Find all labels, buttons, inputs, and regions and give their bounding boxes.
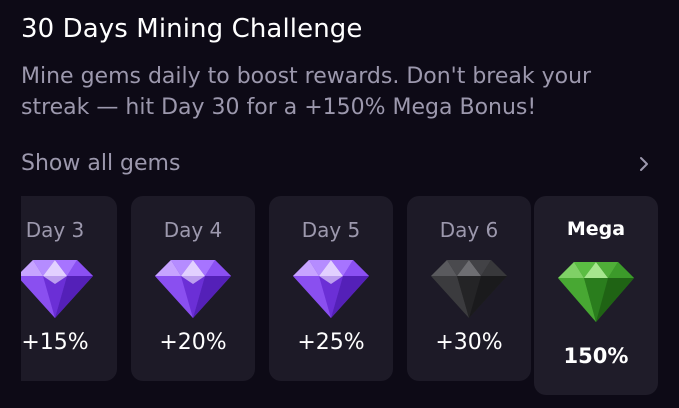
green-gem-icon — [558, 262, 634, 322]
card-day-label: Day 4 — [163, 218, 223, 242]
purple-gem-icon — [155, 260, 231, 318]
purple-gem-icon — [293, 260, 369, 318]
card-bonus-value: +15% — [21, 330, 89, 355]
gem-card-day-6[interactable]: Day 6 +30% — [407, 196, 531, 381]
show-all-gems-label: Show all gems — [21, 151, 181, 176]
card-day-label: Day 3 — [25, 218, 85, 242]
purple-gem-icon — [21, 260, 93, 318]
card-bonus-value: +20% — [159, 330, 227, 355]
gem-card-day-5[interactable]: Day 5 +25% — [269, 196, 393, 381]
page-title: 30 Days Mining Challenge — [21, 14, 363, 44]
card-bonus-value: +25% — [297, 330, 365, 355]
gem-card-day-3[interactable]: Day 3 +15% — [21, 196, 117, 381]
gem-card-carousel[interactable]: Day 3 +15% Day 4 +20% Day 5 +25% Day 6 +… — [21, 196, 679, 408]
page-subtitle: Mine gems daily to boost rewards. Don't … — [21, 64, 592, 120]
chevron-right-icon — [640, 157, 648, 171]
mining-challenge-page: 30 Days Mining Challenge Mine gems daily… — [0, 0, 679, 408]
gem-card-mega[interactable]: Mega 150% — [534, 196, 658, 395]
card-day-label: Mega — [566, 218, 626, 240]
card-bonus-value: +30% — [435, 330, 503, 355]
black-gem-icon — [431, 260, 507, 318]
card-day-label: Day 5 — [301, 218, 361, 242]
card-day-label: Day 6 — [439, 218, 499, 242]
gem-card-day-4[interactable]: Day 4 +20% — [131, 196, 255, 381]
show-all-gems-link[interactable]: Show all gems — [0, 148, 679, 184]
card-bonus-value: 150% — [563, 344, 629, 368]
